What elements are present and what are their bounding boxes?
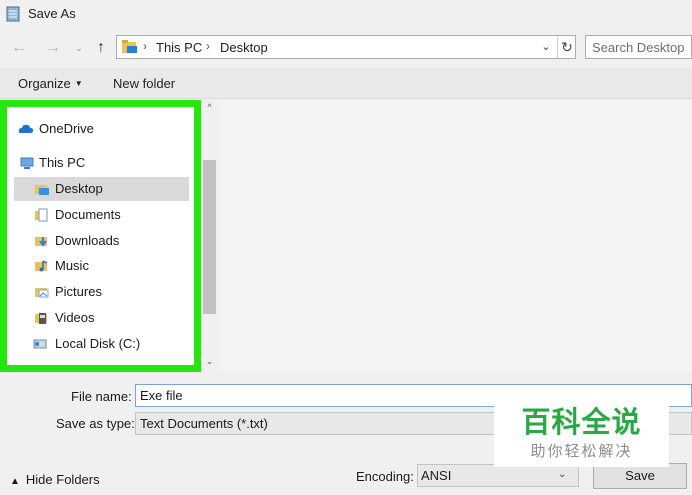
tree-item-label: Local Disk (C:) (55, 336, 141, 351)
tree-item-label: Videos (55, 310, 95, 325)
desktop-folder-icon (35, 185, 49, 195)
cloud-icon (18, 124, 34, 133)
organize-label: Organize (18, 76, 71, 91)
window-title: Save As (28, 6, 76, 21)
watermark-sub-text: 助你轻松解决 (530, 442, 633, 460)
tree-item-label: Pictures (55, 284, 102, 299)
hide-folders-button[interactable]: ▲ Hide Folders (10, 472, 100, 487)
back-arrow-icon[interactable]: ← (8, 38, 30, 58)
tree-item-documents[interactable]: Documents (7, 203, 187, 227)
watermark-main-text: 百科全说 (521, 405, 642, 439)
encoding-label: Encoding: (356, 469, 414, 484)
tree-item-desktop[interactable]: Desktop (14, 177, 189, 201)
downloads-folder-icon (35, 237, 47, 247)
chevron-down-icon: ⌄ (558, 469, 567, 480)
forward-arrow-icon[interactable]: → (42, 38, 64, 58)
refresh-icon[interactable]: ↻ (557, 36, 576, 58)
file-name-label: File name: (71, 389, 132, 404)
address-bar[interactable]: › This PC › Desktop ⌄ ↻ (116, 35, 576, 59)
file-list-pane[interactable] (218, 100, 692, 372)
hide-folders-label: Hide Folders (25, 472, 100, 487)
up-arrow-icon[interactable]: ↑ (90, 38, 112, 58)
tree-item-label: Music (55, 258, 89, 273)
new-folder-button[interactable]: New folder (113, 76, 175, 91)
disk-icon (33, 339, 47, 349)
tree-item-music[interactable]: Music (7, 254, 187, 278)
videos-folder-icon (35, 313, 47, 324)
search-box[interactable] (585, 35, 692, 59)
desktop-folder-icon (122, 40, 137, 53)
tree-item-videos[interactable]: Videos (7, 306, 187, 330)
tree-item-label: This PC (39, 155, 86, 170)
save-as-type-label: Save as type: (56, 416, 135, 431)
tree-item-label: Downloads (55, 233, 120, 248)
tree-item-label: Desktop (55, 181, 103, 196)
caret-up-icon: ▲ (10, 476, 20, 487)
recent-locations-chevron-icon[interactable]: ⌄ (68, 38, 90, 58)
encoding-select[interactable]: ANSI ⌄ (417, 464, 579, 487)
breadcrumb-desktop[interactable]: Desktop (220, 40, 268, 55)
computer-icon (20, 157, 34, 169)
tree-item-this-pc[interactable]: This PC (7, 151, 187, 175)
scroll-down-icon[interactable]: ⌄ (201, 356, 218, 370)
tree-item-label: OneDrive (39, 121, 94, 136)
search-input[interactable] (592, 37, 692, 57)
title-bar: Save As (0, 0, 692, 28)
documents-folder-icon (35, 208, 48, 222)
toolbar: Organize ▼ New folder (0, 68, 692, 99)
breadcrumb-separator: › (206, 39, 210, 53)
tree-item-label: Documents (55, 207, 121, 222)
caret-down-icon: ▼ (74, 79, 83, 88)
tree-item-onedrive[interactable]: OneDrive (7, 117, 187, 141)
watermark-logo: 百科全说 助你轻松解决 (494, 385, 669, 467)
tree-item-pictures[interactable]: Pictures (7, 280, 187, 304)
address-dropdown-icon[interactable]: ⌄ (535, 36, 557, 58)
tree-item-local-disk[interactable]: Local Disk (C:) (7, 332, 187, 356)
notepad-icon (6, 6, 20, 22)
navigation-pane: OneDrive This PC Desktop Documents Downl… (0, 100, 201, 372)
music-folder-icon (35, 260, 48, 272)
pictures-folder-icon (35, 288, 49, 298)
tree-item-downloads[interactable]: Downloads (7, 229, 187, 253)
encoding-value: ANSI (421, 468, 452, 483)
breadcrumb-separator: › (143, 39, 147, 53)
breadcrumb-this-pc[interactable]: This PC (156, 40, 202, 55)
nav-pane-scrollbar[interactable]: ^ ⌄ (201, 100, 218, 372)
save-as-type-value: Text Documents (*.txt) (140, 416, 268, 431)
scroll-thumb[interactable] (203, 160, 216, 314)
organize-button[interactable]: Organize ▼ (18, 76, 83, 91)
scroll-up-icon[interactable]: ^ (201, 102, 218, 116)
